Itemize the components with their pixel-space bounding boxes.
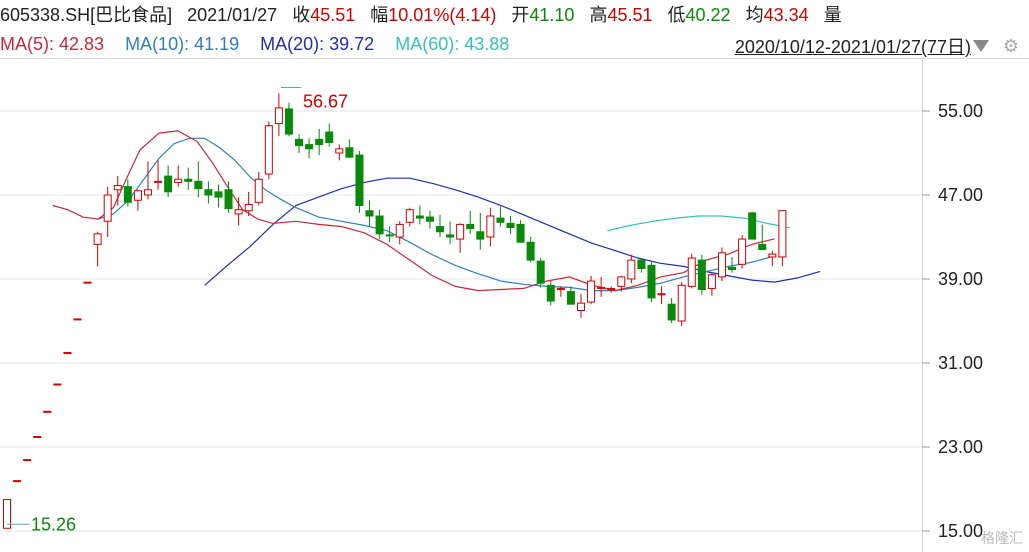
ma20-line <box>204 177 821 286</box>
candle-body <box>204 189 213 196</box>
candle-body <box>395 223 404 238</box>
candle-body <box>617 276 626 287</box>
candle-body <box>83 281 92 284</box>
candle-body <box>385 234 394 237</box>
candle-body <box>657 293 666 296</box>
y-tick-label: 55.00 <box>938 101 983 121</box>
candle-body <box>284 108 293 135</box>
candle-body <box>103 194 112 222</box>
candle-body <box>466 223 475 230</box>
candle-body <box>486 215 495 238</box>
candle-body <box>194 180 203 190</box>
candle-body <box>315 138 324 146</box>
candle-body <box>446 234 455 238</box>
candle-body <box>73 318 82 321</box>
candle-body <box>335 148 344 154</box>
candle-body <box>174 178 183 183</box>
candle-body <box>33 436 42 438</box>
candle-body <box>506 222 515 229</box>
candle-body <box>53 383 62 386</box>
candle-body <box>697 259 706 291</box>
candle-body <box>123 186 132 203</box>
candle-body <box>728 266 737 271</box>
candle-body <box>587 280 596 303</box>
candle-body <box>607 287 616 291</box>
candle-body <box>667 303 676 321</box>
candle-body <box>405 209 414 223</box>
candle-body <box>164 175 173 193</box>
y-tick-label: 31.00 <box>938 353 983 373</box>
candle-body <box>566 291 575 305</box>
candle-body <box>375 215 384 235</box>
candle-body <box>264 125 273 175</box>
ma10-line <box>98 137 775 292</box>
candle-body <box>254 178 263 203</box>
candle-body <box>133 190 142 201</box>
candle-body <box>637 259 646 270</box>
candle-body <box>717 252 726 278</box>
min-label: 15.26 <box>31 514 76 534</box>
candle-body <box>758 243 767 251</box>
candle-body <box>496 217 505 223</box>
candle-body <box>526 241 535 261</box>
candle-body <box>627 259 636 280</box>
candle-body <box>13 480 22 483</box>
y-tick-label: 47.00 <box>938 185 983 205</box>
candle-body <box>184 178 193 182</box>
candle-body <box>143 189 152 196</box>
candle-body <box>415 215 424 219</box>
max-label: 56.67 <box>303 91 348 111</box>
candle-body <box>154 180 163 183</box>
candle-body <box>244 203 253 212</box>
candle-body <box>536 260 545 284</box>
candle-body <box>576 302 585 311</box>
y-tick-label: 39.00 <box>938 269 983 289</box>
candle-body <box>476 231 485 240</box>
candle-body <box>93 233 102 245</box>
y-tick-label: 15.00 <box>938 521 983 541</box>
candle-body <box>345 147 354 158</box>
candle-body <box>224 189 233 210</box>
candle-body <box>456 223 465 240</box>
candle-body <box>305 144 314 150</box>
candle-body <box>295 138 304 147</box>
candle-body <box>768 253 777 258</box>
candle-body <box>748 212 757 240</box>
candlestick-chart: 55.00 47.00 39.00 31.00 23.00 15.00 56.67 15.26 <box>0 59 983 552</box>
candle-body <box>597 286 606 289</box>
candle-body <box>516 223 525 243</box>
candle-body <box>556 287 565 291</box>
candle-body <box>425 216 434 222</box>
candle-body <box>778 210 787 258</box>
candle-body <box>23 459 32 462</box>
candle-body <box>43 410 52 413</box>
candle-body <box>677 284 686 322</box>
watermark: 格隆汇 <box>981 530 1023 546</box>
candle-body <box>355 154 364 207</box>
candle-body <box>113 185 122 191</box>
candle-body <box>707 274 716 289</box>
candle-body <box>63 352 72 354</box>
candle-body <box>365 210 374 217</box>
candle-body <box>274 107 283 125</box>
candle-body <box>647 264 656 299</box>
candle-body <box>214 191 223 198</box>
candle-body <box>738 238 747 265</box>
candle-body <box>546 284 555 302</box>
candle-body <box>687 257 696 287</box>
y-tick-label: 23.00 <box>938 437 983 457</box>
candle-body <box>436 226 445 233</box>
candle-body <box>234 209 243 215</box>
candle-body <box>325 131 334 143</box>
